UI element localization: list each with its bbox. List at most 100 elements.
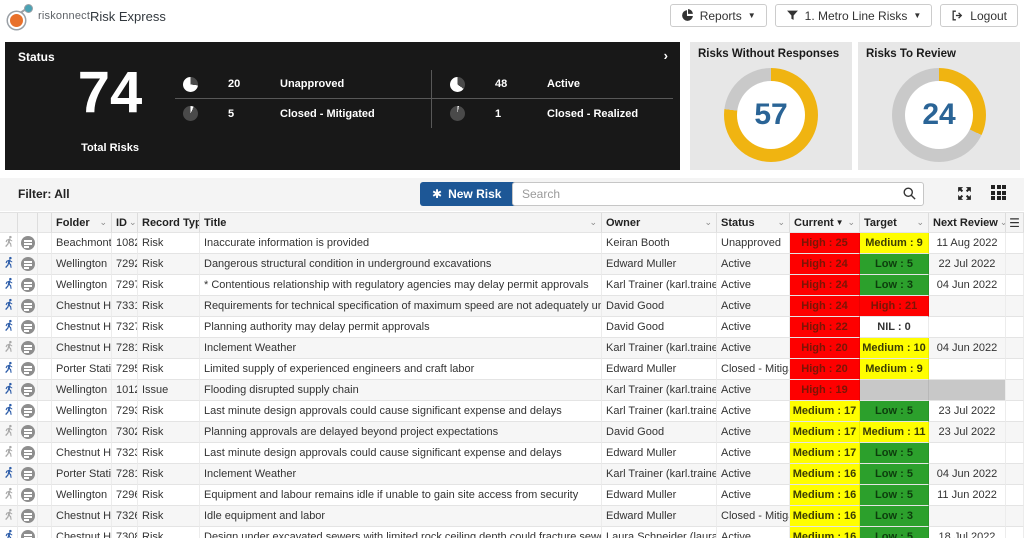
- status-cell: Active: [717, 422, 790, 443]
- reports-label: Reports: [699, 8, 742, 23]
- col-owner[interactable]: Owner ⌄: [602, 213, 717, 233]
- table-row[interactable]: Chestnut Hi...7327RiskPlanning authority…: [0, 317, 1024, 338]
- stat-pie-icon: [450, 76, 465, 92]
- note-icon[interactable]: [18, 233, 38, 254]
- title-cell: Flooding disrupted supply chain: [200, 380, 602, 401]
- chevron-down-icon: ⌄: [847, 217, 855, 227]
- runner-icon[interactable]: [0, 485, 18, 506]
- col-next-review[interactable]: Next Review⌄: [929, 213, 1006, 233]
- search-icon[interactable]: [902, 186, 917, 201]
- status-cell: Active: [717, 443, 790, 464]
- folder-cell: Beachmont ...: [52, 233, 112, 254]
- reports-button[interactable]: Reports ▼: [669, 4, 767, 27]
- table-row[interactable]: Chestnut Hi...7331RiskRequirements for t…: [0, 296, 1024, 317]
- table-row[interactable]: Wellington ...7302RiskPlanning approvals…: [0, 422, 1024, 443]
- table-row[interactable]: Chestnut Hi...7308RiskDesign under excav…: [0, 527, 1024, 538]
- folder-cell: Chestnut Hi...: [52, 296, 112, 317]
- owner-cell: Karl Trainer (karl.trainer@...: [602, 380, 717, 401]
- note-icon[interactable]: [18, 443, 38, 464]
- runner-icon[interactable]: [0, 443, 18, 464]
- row-spacer: [38, 506, 52, 527]
- col-record-type[interactable]: Record Type: [138, 213, 200, 233]
- title-cell: Last minute design approvals could cause…: [200, 443, 602, 464]
- runner-icon[interactable]: [0, 506, 18, 527]
- runner-icon[interactable]: [0, 464, 18, 485]
- id-cell: 7327: [112, 317, 138, 338]
- note-icon[interactable]: [18, 338, 38, 359]
- table-row[interactable]: Chestnut Hi...7281RiskInclement WeatherK…: [0, 338, 1024, 359]
- table-row[interactable]: Wellington ...10128IssueFlooding disrupt…: [0, 380, 1024, 401]
- table-row[interactable]: Wellington ...7297Risk* Contentious rela…: [0, 275, 1024, 296]
- title-cell: Limited supply of experienced engineers …: [200, 359, 602, 380]
- runner-icon[interactable]: [0, 527, 18, 538]
- col-current[interactable]: Current ▼ ⌄: [790, 213, 860, 233]
- note-icon[interactable]: [18, 464, 38, 485]
- runner-icon[interactable]: [0, 338, 18, 359]
- title-cell: Inaccurate information is provided: [200, 233, 602, 254]
- id-cell: 10128: [112, 380, 138, 401]
- runner-icon[interactable]: [0, 401, 18, 422]
- folder-cell: Chestnut Hi...: [52, 506, 112, 527]
- col-target[interactable]: Target ⌄: [860, 213, 929, 233]
- table-row[interactable]: Porter Station7281RiskInclement WeatherK…: [0, 464, 1024, 485]
- note-icon[interactable]: [18, 275, 38, 296]
- note-icon[interactable]: [18, 422, 38, 443]
- note-icon[interactable]: [18, 317, 38, 338]
- runner-icon[interactable]: [0, 317, 18, 338]
- table-row[interactable]: Wellington ...7296RiskEquipment and labo…: [0, 485, 1024, 506]
- column-menu-icon[interactable]: ☰: [1006, 213, 1024, 233]
- runner-icon[interactable]: [0, 296, 18, 317]
- runner-icon[interactable]: [0, 380, 18, 401]
- filter-toolbar: Filter: All ✱ New Risk ▼: [0, 178, 1024, 211]
- table-row[interactable]: Chestnut Hi...7326RiskIdle equipment and…: [0, 506, 1024, 527]
- col-title[interactable]: Title ⌄: [200, 213, 602, 233]
- record-type-cell: Risk: [138, 359, 200, 380]
- target-rating-cell: Medium : 10: [860, 338, 929, 359]
- target-rating-cell: Low : 5: [860, 464, 929, 485]
- view-filter-dropdown[interactable]: 1. Metro Line Risks ▼: [774, 4, 933, 27]
- chevron-down-icon: ⌄: [704, 217, 712, 227]
- next-review-cell: 04 Jun 2022: [929, 338, 1006, 359]
- stat-pie-icon: [183, 106, 198, 121]
- stat-label: Closed - Realized: [547, 107, 639, 120]
- table-row[interactable]: Beachmont ...10826RiskInaccurate informa…: [0, 233, 1024, 254]
- status-cell: Active: [717, 275, 790, 296]
- col-folder[interactable]: Folder ⌄: [52, 213, 112, 233]
- runner-icon[interactable]: [0, 233, 18, 254]
- table-row[interactable]: Wellington ...7293RiskLast minute design…: [0, 401, 1024, 422]
- table-row[interactable]: Porter Station7295RiskLimited supply of …: [0, 359, 1024, 380]
- table-row[interactable]: Wellington ...7292RiskDangerous structur…: [0, 254, 1024, 275]
- note-icon[interactable]: [18, 359, 38, 380]
- note-icon[interactable]: [18, 506, 38, 527]
- table-row[interactable]: Chestnut Hi...7323RiskLast minute design…: [0, 443, 1024, 464]
- status-panel-title: Status: [18, 50, 55, 64]
- note-icon[interactable]: [18, 296, 38, 317]
- logout-button[interactable]: Logout: [940, 4, 1018, 27]
- runner-icon[interactable]: [0, 422, 18, 443]
- note-icon[interactable]: [18, 485, 38, 506]
- note-icon[interactable]: [18, 254, 38, 275]
- title-cell: Inclement Weather: [200, 464, 602, 485]
- col-status[interactable]: Status ⌄: [717, 213, 790, 233]
- runner-icon[interactable]: [0, 359, 18, 380]
- current-rating-cell: Medium : 16: [790, 464, 860, 485]
- grid-view-icon[interactable]: [991, 185, 1006, 202]
- note-icon[interactable]: [18, 401, 38, 422]
- runner-icon[interactable]: [0, 275, 18, 296]
- next-review-cell: 22 Jul 2022: [929, 254, 1006, 275]
- status-expand-chevron-icon[interactable]: ›: [664, 48, 668, 63]
- next-review-cell: [929, 506, 1006, 527]
- top-actions: Reports ▼ 1. Metro Line Risks ▼ Logout: [669, 4, 1018, 27]
- stat-count: 48: [495, 78, 508, 90]
- col-id[interactable]: ID ⌄: [112, 213, 138, 233]
- id-cell: 7297: [112, 275, 138, 296]
- next-review-cell: 23 Jul 2022: [929, 401, 1006, 422]
- current-rating-cell: Medium : 16: [790, 506, 860, 527]
- target-rating-cell: Medium : 11: [860, 422, 929, 443]
- note-icon[interactable]: [18, 380, 38, 401]
- note-icon[interactable]: [18, 527, 38, 538]
- runner-icon[interactable]: [0, 254, 18, 275]
- expand-icon[interactable]: [956, 185, 973, 202]
- search-input[interactable]: [512, 182, 924, 206]
- riskonnect-logo-icon: [8, 3, 34, 29]
